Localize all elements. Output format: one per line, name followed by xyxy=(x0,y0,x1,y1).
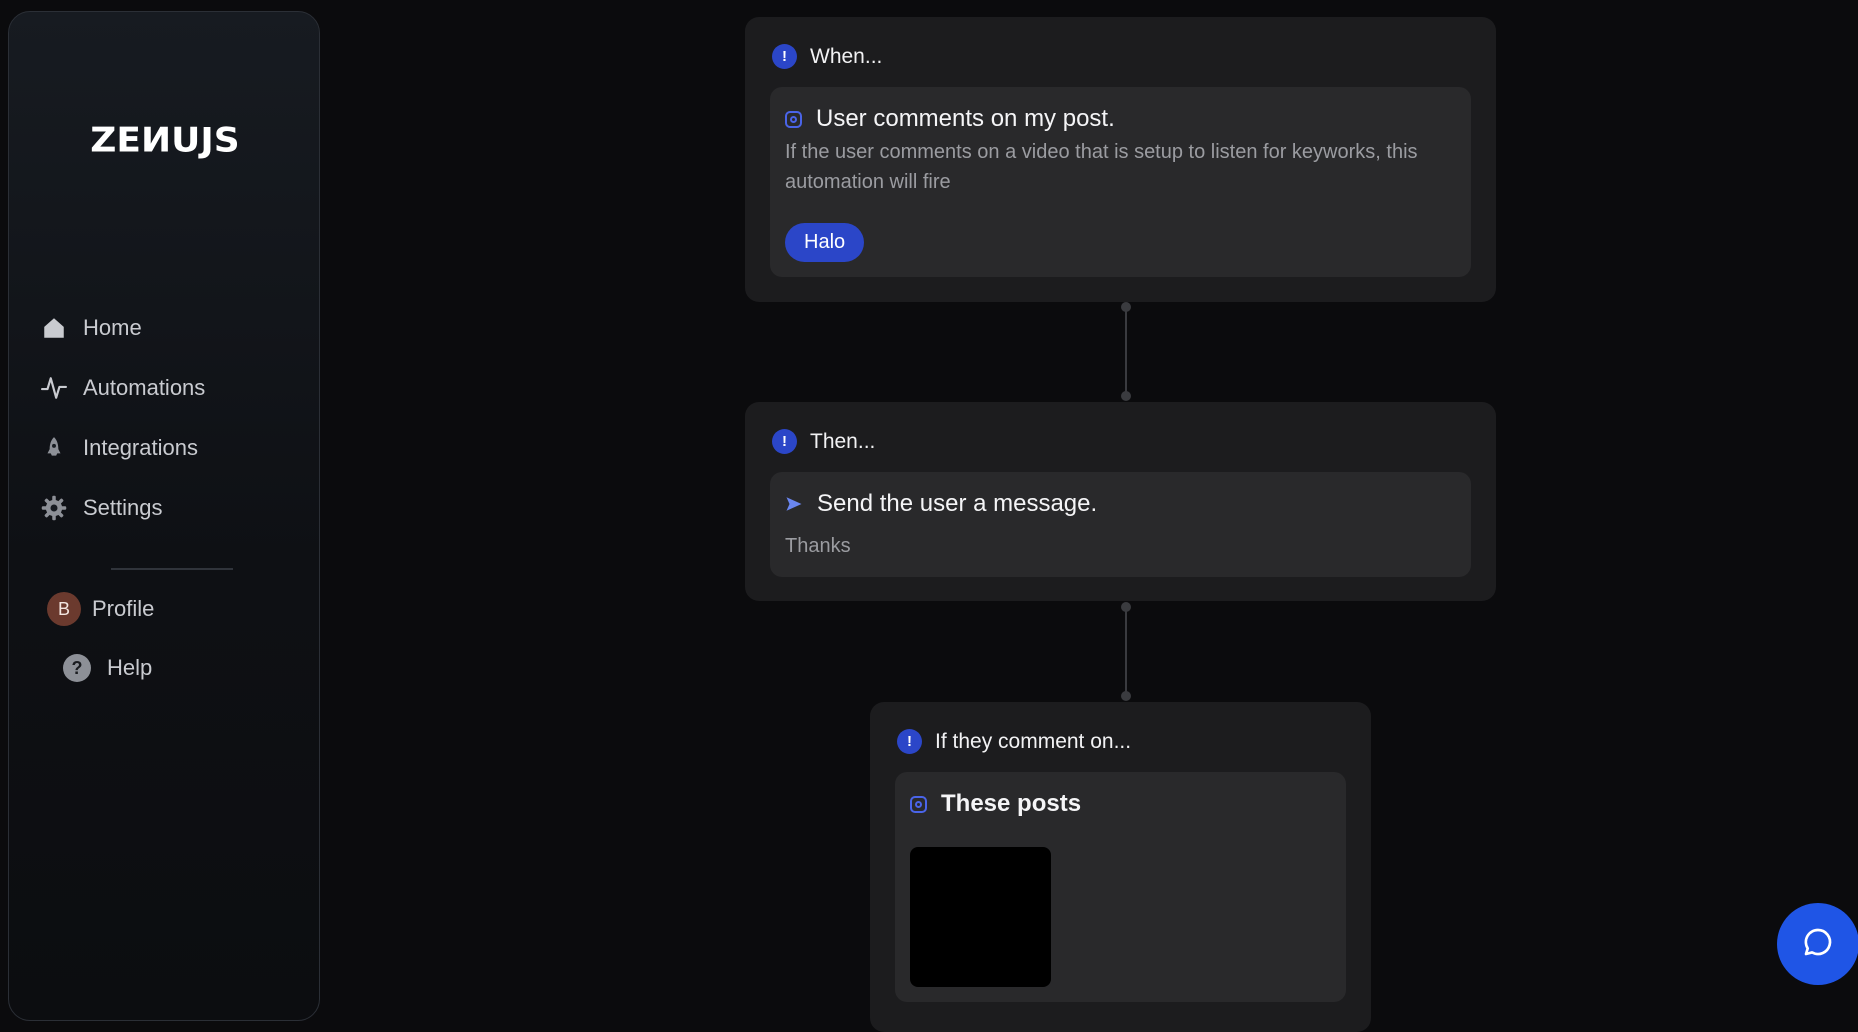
keyword-chip[interactable]: Halo xyxy=(785,223,865,262)
trigger-title: User comments on my post. xyxy=(816,105,1115,132)
connector-line xyxy=(1125,307,1127,395)
trigger-card: ! When... User comments on my post. If t… xyxy=(745,17,1496,302)
trigger-detail[interactable]: User comments on my post. If the user co… xyxy=(770,87,1471,277)
instagram-icon xyxy=(785,110,802,128)
posts-title: These posts xyxy=(941,790,1082,817)
posts-heading: If they comment on... xyxy=(935,729,1132,753)
posts-title-row: These posts xyxy=(910,790,1081,818)
trigger-card-header: ! When... xyxy=(772,44,882,69)
send-icon xyxy=(785,495,803,513)
posts-detail: These posts xyxy=(895,772,1346,1002)
sidebar-item-label: Automations xyxy=(83,375,206,400)
avatar: B xyxy=(47,592,81,626)
connector-dot xyxy=(1121,691,1131,701)
trigger-heading: When... xyxy=(810,44,883,68)
sidebar-item-help[interactable]: ? Help xyxy=(63,654,152,682)
sidebar-item-label: Help xyxy=(107,655,153,680)
action-card-header: ! Then... xyxy=(772,429,875,454)
help-icon: ? xyxy=(63,654,91,682)
gear-icon xyxy=(39,493,69,523)
sidebar-item-label: Profile xyxy=(92,596,155,621)
activity-icon xyxy=(39,373,69,403)
trigger-title-row: User comments on my post. xyxy=(785,105,1115,133)
alert-icon: ! xyxy=(772,44,797,69)
sidebar-item-home[interactable]: Home xyxy=(39,298,299,358)
connector-dot xyxy=(1121,391,1131,401)
connector-line xyxy=(1125,607,1127,695)
chat-bubble-icon xyxy=(1802,926,1834,963)
trigger-description: If the user comments on a video that is … xyxy=(785,141,1418,193)
chat-button[interactable] xyxy=(1777,903,1858,985)
action-card: ! Then... Send the user a message. Thank… xyxy=(745,402,1496,601)
posts-card: ! If they comment on... These posts xyxy=(870,702,1371,1032)
sidebar-item-label: Integrations xyxy=(83,435,198,460)
sidebar-item-automations[interactable]: Automations xyxy=(39,358,299,418)
sidebar-divider xyxy=(111,568,233,570)
action-message: Thanks xyxy=(785,535,851,557)
alert-icon: ! xyxy=(772,429,797,454)
action-detail[interactable]: Send the user a message. Thanks xyxy=(770,472,1471,577)
home-icon xyxy=(39,313,69,343)
sidebar-nav: Home Automations Integrations Settings xyxy=(39,298,299,538)
alert-icon: ! xyxy=(897,729,922,754)
sidebar-item-label: Home xyxy=(83,315,142,340)
sidebar-item-settings[interactable]: Settings xyxy=(39,478,299,538)
action-title-row: Send the user a message. xyxy=(785,490,1097,518)
posts-card-header: ! If they comment on... xyxy=(897,729,1131,754)
rocket-icon xyxy=(39,433,69,463)
action-heading: Then... xyxy=(810,429,876,453)
sidebar: ZEИUJS Home Automations Integrations Set… xyxy=(8,11,320,1021)
instagram-icon xyxy=(910,795,927,813)
sidebar-item-integrations[interactable]: Integrations xyxy=(39,418,299,478)
app-logo: ZEИUJS xyxy=(90,121,240,160)
post-thumbnail[interactable] xyxy=(910,847,1051,987)
sidebar-item-label: Settings xyxy=(83,495,163,520)
action-title: Send the user a message. xyxy=(817,490,1098,517)
sidebar-item-profile[interactable]: B Profile xyxy=(47,592,154,626)
